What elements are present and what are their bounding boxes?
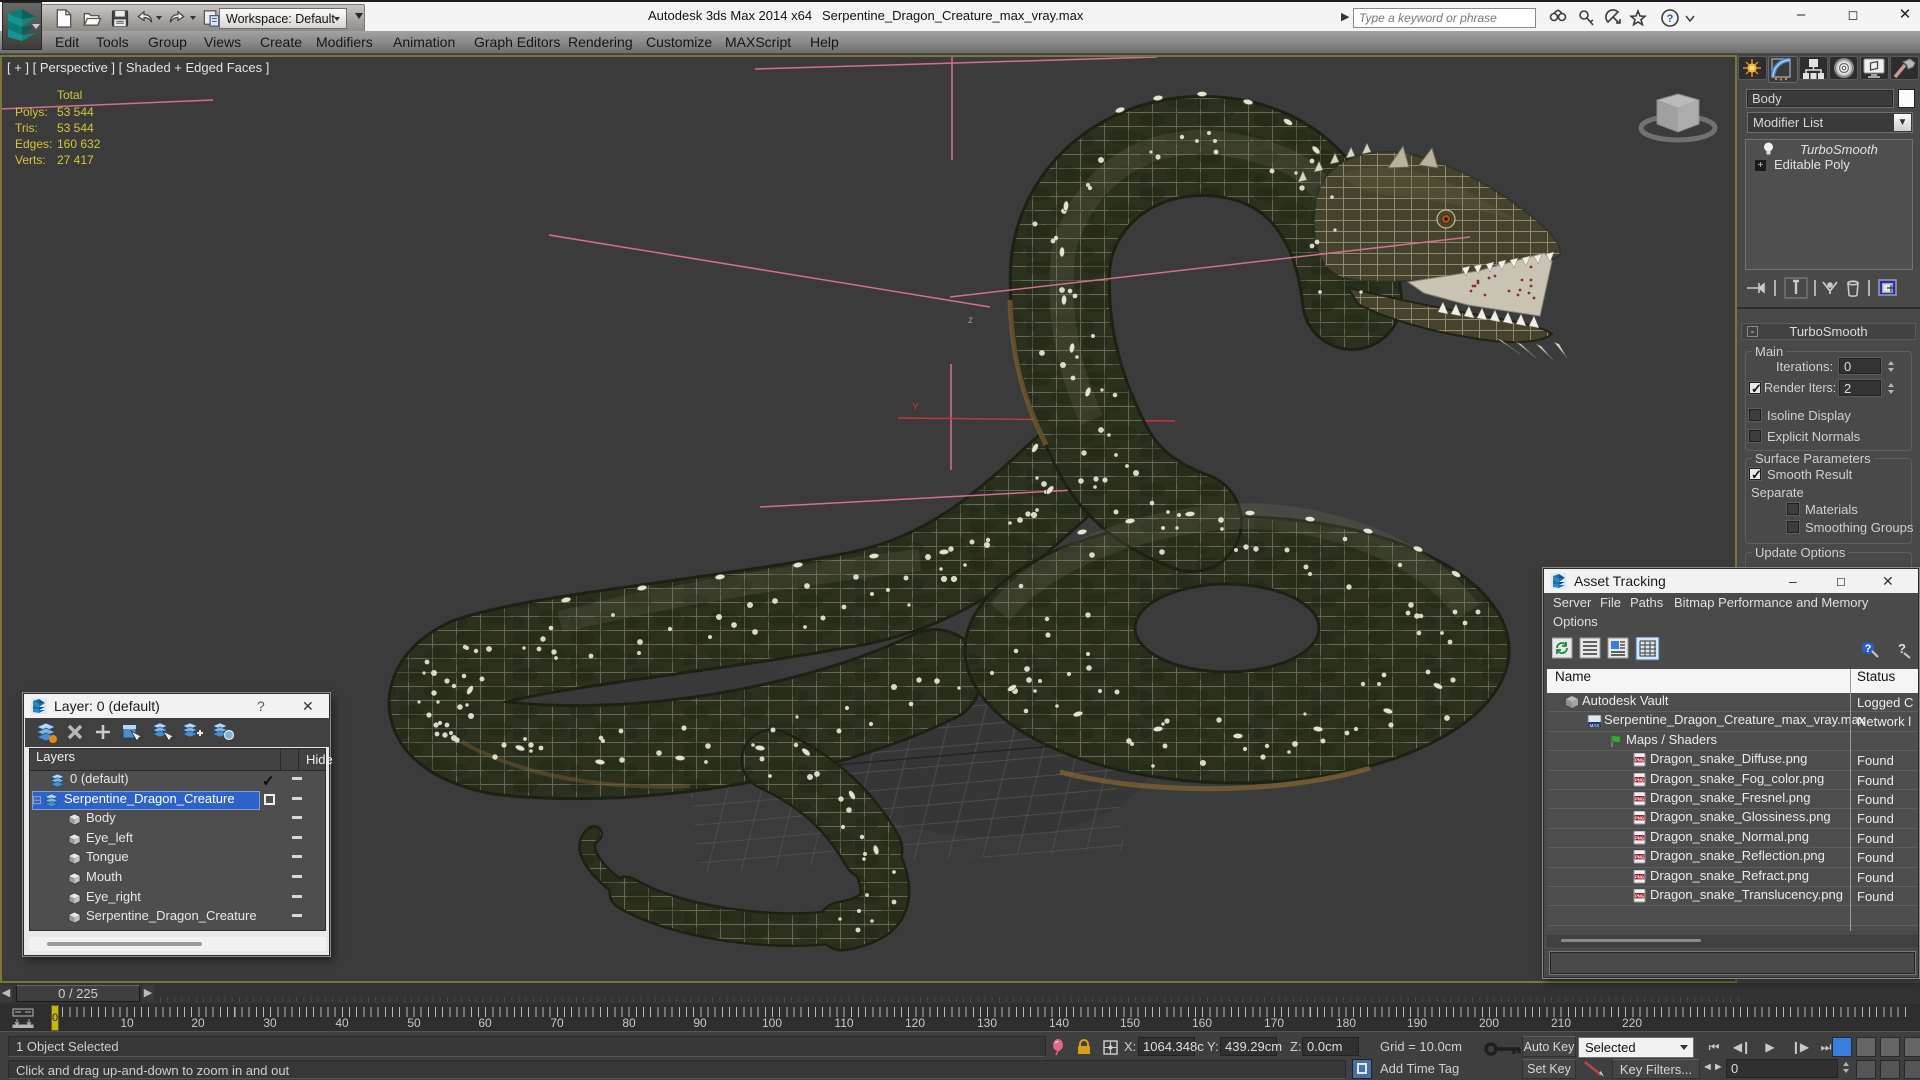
svg-text:PNG: PNG xyxy=(1635,777,1644,782)
svg-text:PNG: PNG xyxy=(1635,758,1644,763)
svg-text:?: ? xyxy=(1865,643,1872,655)
svg-text:PNG: PNG xyxy=(1635,874,1644,879)
svg-text:MAX: MAX xyxy=(1590,723,1600,728)
svg-text:z: z xyxy=(968,315,973,326)
svg-text:PNG: PNG xyxy=(1635,855,1644,860)
svg-text:PNG: PNG xyxy=(1635,816,1644,821)
svg-text:PNG: PNG xyxy=(1635,893,1644,898)
svg-text:Y: Y xyxy=(912,402,919,413)
svg-text:PNG: PNG xyxy=(1635,796,1644,801)
svg-text:?: ? xyxy=(1667,13,1674,25)
svg-text:PNG: PNG xyxy=(1635,835,1644,840)
